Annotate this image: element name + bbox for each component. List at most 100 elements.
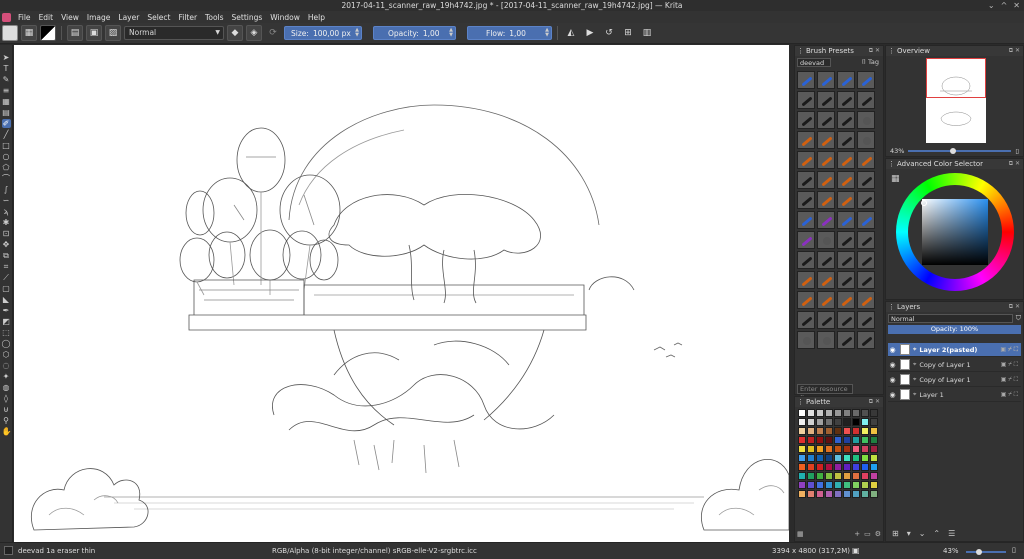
- palette-swatch[interactable]: [861, 490, 869, 498]
- palette-swatch[interactable]: [798, 445, 806, 453]
- brush-preset-item[interactable]: [837, 271, 855, 289]
- outline-select-icon[interactable]: ◌: [2, 361, 11, 370]
- freehand-path-icon[interactable]: ∽: [2, 196, 11, 205]
- palette-swatch[interactable]: [807, 454, 815, 462]
- palette-swatch[interactable]: [852, 427, 860, 435]
- brush-preset-item[interactable]: [857, 251, 875, 269]
- polygon-tool-icon[interactable]: ⬠: [2, 163, 11, 172]
- palette-swatch[interactable]: [807, 409, 815, 417]
- brush-preset-item[interactable]: [837, 171, 855, 189]
- palette-swatch[interactable]: [825, 445, 833, 453]
- rectangle-tool-icon[interactable]: □: [2, 141, 11, 150]
- gradient-icon[interactable]: ▦: [21, 25, 37, 41]
- palette-swatch[interactable]: [816, 463, 824, 471]
- palette-swatch[interactable]: [852, 463, 860, 471]
- multibrush-icon[interactable]: ✱: [2, 218, 11, 227]
- palette-swatch[interactable]: [807, 472, 815, 480]
- brush-preset-icon[interactable]: ▨: [105, 25, 121, 41]
- smart-patch-icon[interactable]: ◩: [2, 317, 11, 326]
- palette-select-icon[interactable]: ▦: [797, 530, 804, 538]
- palette-swatch[interactable]: [843, 409, 851, 417]
- brush-preset-item[interactable]: [817, 71, 835, 89]
- contiguous-select-icon[interactable]: ✦: [2, 372, 11, 381]
- palette-swatch[interactable]: [861, 418, 869, 426]
- wrap-around-icon[interactable]: ⊞: [620, 25, 636, 41]
- reload-preset-icon[interactable]: ⟳: [265, 25, 281, 41]
- palette-swatch[interactable]: [834, 490, 842, 498]
- brush-preset-item[interactable]: [857, 191, 875, 209]
- layer-row[interactable]: ◉ ⌖ Layer 1 ▣ ⌿ ⛶: [888, 388, 1021, 402]
- palette-swatch[interactable]: [798, 418, 806, 426]
- palette-swatch[interactable]: [816, 418, 824, 426]
- ellipse-tool-icon[interactable]: ○: [2, 152, 11, 161]
- layer-row[interactable]: ◉ ⌖ Layer 2(pasted) ▣ ⌿ ⛶: [888, 343, 1021, 357]
- menu-help[interactable]: Help: [304, 13, 329, 22]
- bezier-select-icon[interactable]: ◊: [2, 394, 11, 403]
- zoom-slider[interactable]: [966, 549, 1006, 555]
- mirror-vertical-icon[interactable]: ▶: [582, 25, 598, 41]
- color-picker-icon[interactable]: ✒: [2, 306, 11, 315]
- brush-preset-item[interactable]: [837, 251, 855, 269]
- palette-swatch[interactable]: [798, 481, 806, 489]
- move-tool-icon[interactable]: ✥: [2, 240, 11, 249]
- palette-settings-icon[interactable]: ⚙: [875, 530, 881, 538]
- add-layer-icon[interactable]: ⊞: [892, 529, 899, 538]
- brush-preset-item[interactable]: [817, 271, 835, 289]
- brush-preset-item[interactable]: [817, 231, 835, 249]
- visibility-eye-icon[interactable]: ◉: [888, 346, 897, 354]
- gradient-edit-icon[interactable]: ▦: [2, 97, 11, 106]
- brush-preset-item[interactable]: [837, 191, 855, 209]
- palette-swatch[interactable]: [861, 454, 869, 462]
- move-layer-up-icon[interactable]: ⌃: [933, 529, 940, 538]
- brush-preset-item[interactable]: [857, 331, 875, 349]
- palette-swatch[interactable]: [807, 436, 815, 444]
- docker-float-close-icon[interactable]: ⧉ ✕: [869, 46, 883, 56]
- palette-swatch[interactable]: [807, 445, 815, 453]
- palette-swatch[interactable]: [843, 436, 851, 444]
- eraser-mode-icon[interactable]: ◆: [227, 25, 243, 41]
- brush-preset-item[interactable]: [797, 271, 815, 289]
- text-tool-icon[interactable]: T: [2, 64, 11, 73]
- palette-swatch[interactable]: [825, 418, 833, 426]
- palette-swatch[interactable]: [870, 427, 878, 435]
- palette-swatch[interactable]: [834, 427, 842, 435]
- palette-swatch[interactable]: [825, 481, 833, 489]
- palette-swatch[interactable]: [861, 445, 869, 453]
- palette-swatch[interactable]: [861, 427, 869, 435]
- palette-swatch[interactable]: [870, 481, 878, 489]
- palette-swatch[interactable]: [825, 463, 833, 471]
- line-tool-icon[interactable]: ╱: [2, 130, 11, 139]
- brush-preset-item[interactable]: [837, 311, 855, 329]
- brush-preset-item[interactable]: [797, 251, 815, 269]
- brush-preset-item[interactable]: [857, 211, 875, 229]
- dynamic-brush-icon[interactable]: ϡ: [2, 207, 11, 216]
- docker-float-close-icon[interactable]: ⧉ ✕: [1009, 302, 1023, 312]
- brush-preset-item[interactable]: [837, 71, 855, 89]
- reset-zoom-icon[interactable]: ▯: [1015, 147, 1019, 155]
- overview-viewport-frame[interactable]: [926, 58, 986, 98]
- palette-swatch[interactable]: [843, 454, 851, 462]
- palette-swatch[interactable]: [825, 436, 833, 444]
- palette-swatch[interactable]: [834, 418, 842, 426]
- minimize-icon[interactable]: ⌄: [988, 0, 995, 11]
- color-picker-handle[interactable]: [921, 200, 927, 206]
- palette-swatch[interactable]: [807, 418, 815, 426]
- move-layer-down-icon[interactable]: ⌄: [919, 529, 926, 538]
- palette-swatch[interactable]: [798, 454, 806, 462]
- brush-preset-item[interactable]: [817, 111, 835, 129]
- palette-swatch[interactable]: [807, 490, 815, 498]
- brush-preset-item[interactable]: [797, 151, 815, 169]
- similar-select-icon[interactable]: ◍: [2, 383, 11, 392]
- tag-select[interactable]: deevad: [797, 58, 831, 67]
- remove-swatch-icon[interactable]: ▭: [864, 530, 871, 538]
- polygon-select-icon[interactable]: ⬡: [2, 350, 11, 359]
- brush-preset-item[interactable]: [837, 91, 855, 109]
- docker-float-close-icon[interactable]: ⧉ ✕: [869, 397, 883, 407]
- palette-swatch[interactable]: [870, 409, 878, 417]
- brush-preset-item[interactable]: [857, 151, 875, 169]
- brush-preset-item[interactable]: [797, 131, 815, 149]
- palette-swatch[interactable]: [807, 427, 815, 435]
- palette-swatch[interactable]: [861, 463, 869, 471]
- palette-swatch[interactable]: [852, 445, 860, 453]
- menu-settings[interactable]: Settings: [228, 13, 267, 22]
